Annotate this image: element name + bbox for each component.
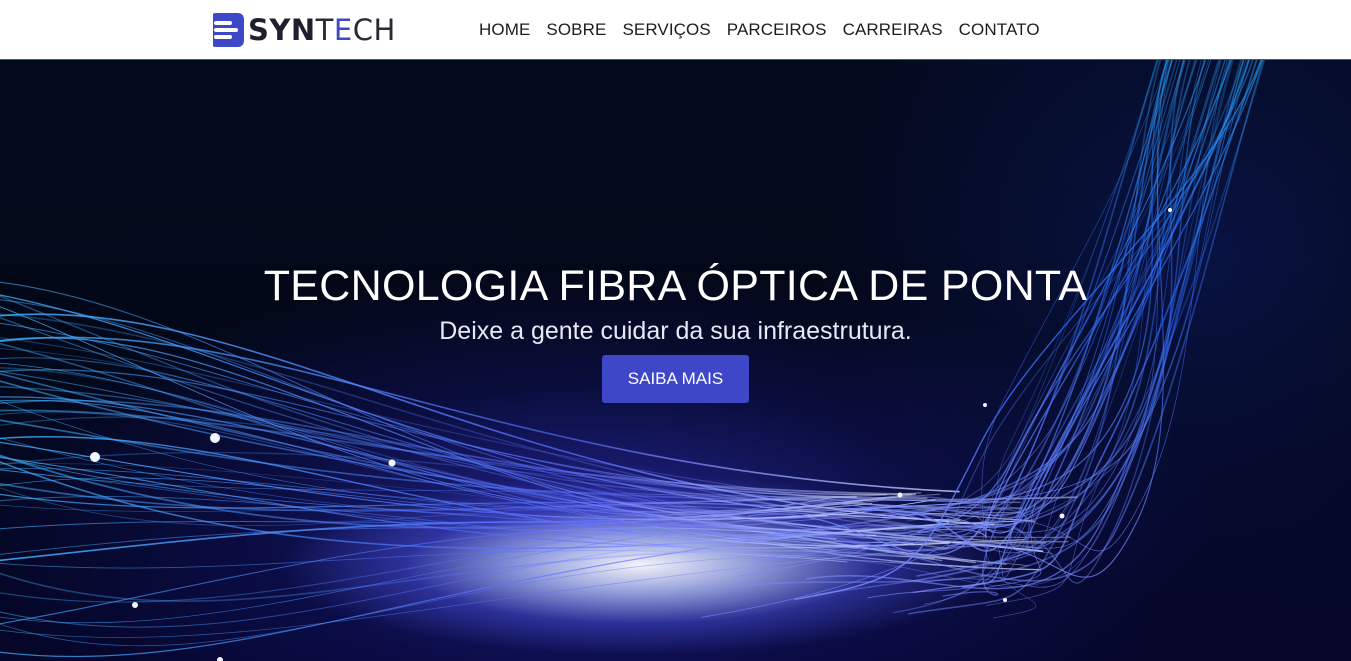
nav-link-sobre[interactable]: SOBRE [538,20,614,40]
fiber-strand-left [0,520,1016,658]
saiba-mais-button[interactable]: SAIBA MAIS [602,355,749,403]
nav-item-contato: CONTATO [951,20,1048,40]
light-spark [388,459,396,467]
logo-text-thin-1: T [315,13,334,47]
light-spark [217,657,223,661]
nav-link-contato[interactable]: CONTATO [951,20,1048,40]
nav-item-sobre: SOBRE [538,20,614,40]
hero-banner: TECNOLOGIA FIBRA ÓPTICA DE PONTA Deixe a… [0,60,1351,661]
light-spark [132,602,138,608]
logo-text-bold: SYN [248,13,316,47]
nav-link-parceiros[interactable]: PARCEIROS [719,20,835,40]
nav-link-home[interactable]: HOME [471,20,538,40]
light-spark [1059,513,1065,519]
fiber-strand-left [0,527,837,625]
main-nav-menu: HOME SOBRE SERVIÇOS PARCEIROS CARREIRAS … [471,0,1048,59]
light-spark [1168,208,1172,212]
nav-link-servicos[interactable]: SERVIÇOS [614,20,718,40]
hero-title: TECNOLOGIA FIBRA ÓPTICA DE PONTA [263,262,1088,310]
stacked-bars-logo-icon [210,13,244,47]
nav-item-parceiros: PARCEIROS [719,20,835,40]
syntech-logo[interactable]: SYNTECH [210,13,396,47]
light-spark [210,433,220,443]
nav-item-servicos: SERVIÇOS [614,20,718,40]
nav-item-home: HOME [471,20,538,40]
light-spark [983,403,987,407]
nav-item-carreiras: CARREIRAS [835,20,951,40]
logo-text-thin-2: CH [352,13,396,47]
logo-text-accent: E [333,13,353,47]
hero-content: TECNOLOGIA FIBRA ÓPTICA DE PONTA Deixe a… [0,260,1351,403]
top-navbar: SYNTECH HOME SOBRE SERVIÇOS PARCEIROS CA… [0,0,1351,60]
logo-wordmark: SYNTECH [248,13,396,47]
fiber-strand-left [0,396,877,537]
light-spark [90,452,100,462]
hero-subtitle: Deixe a gente cuidar da sua infraestrutu… [439,317,912,345]
nav-link-carreiras[interactable]: CARREIRAS [835,20,951,40]
light-spark [897,492,903,498]
light-spark [1003,598,1007,602]
